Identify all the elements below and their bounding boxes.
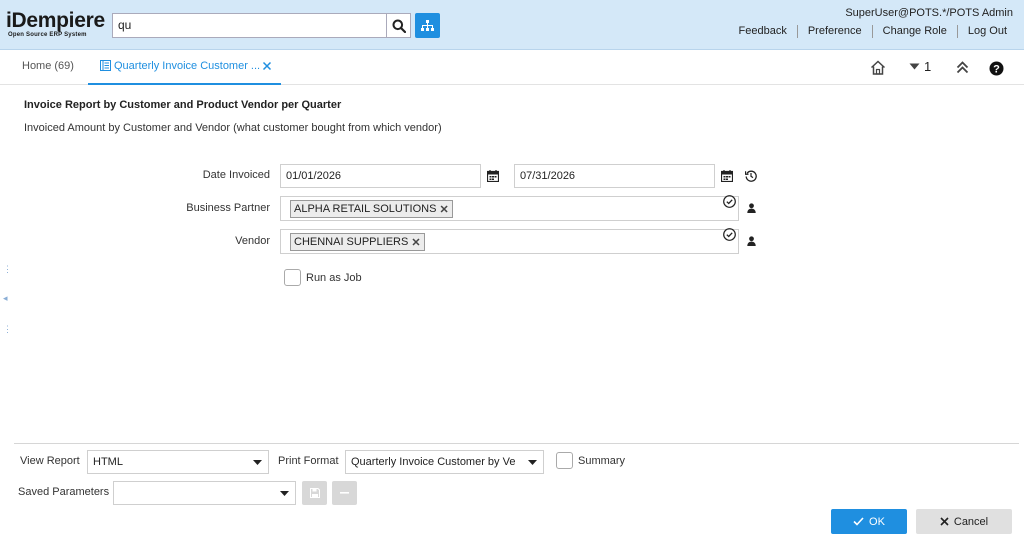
saved-parameters-dropdown[interactable] — [274, 481, 296, 505]
save-parameters-button[interactable] — [302, 481, 327, 505]
date-invoiced-label: Date Invoiced — [202, 169, 270, 181]
app-header: iDempiere Open Source ERP System qu Supe… — [0, 0, 1024, 50]
preference-link[interactable]: Preference — [796, 25, 872, 38]
process-description: Invoiced Amount by Customer and Vendor (… — [24, 122, 442, 134]
ok-button[interactable]: OK — [831, 509, 907, 534]
date-range-history-button[interactable] — [743, 168, 759, 184]
caret-down-icon — [909, 63, 920, 70]
header-links: Feedback Preference Change Role Log Out — [729, 25, 1017, 38]
saved-parameters-select[interactable] — [113, 481, 275, 505]
date-invoiced-to-input[interactable]: 07/31/2026 — [514, 164, 715, 188]
date-from-picker-button[interactable] — [485, 168, 501, 184]
circle-check-icon — [723, 195, 736, 208]
splitter-handle[interactable]: ⋮ — [3, 324, 12, 335]
view-report-label: View Report — [20, 455, 80, 467]
summary-label: Summary — [578, 455, 626, 467]
footer-divider — [14, 443, 1019, 444]
splitter-handle[interactable]: ⋮ — [3, 264, 12, 275]
help-icon: ? — [989, 61, 1004, 76]
remove-chip-icon[interactable]: ✕ — [411, 236, 420, 249]
date-to-picker-button[interactable] — [719, 168, 735, 184]
calendar-icon — [487, 170, 499, 182]
caret-down-icon — [280, 490, 289, 496]
sitemap-button[interactable] — [415, 13, 440, 38]
window-count: 1 — [924, 59, 932, 74]
vendor-chip[interactable]: CHENNAI SUPPLIERS ✕ — [290, 233, 425, 251]
collapse-west-icon[interactable]: ◂ — [3, 293, 8, 304]
chip-label: CHENNAI SUPPLIERS — [294, 236, 409, 248]
date-invoiced-from-input[interactable]: 01/01/2026 — [280, 164, 481, 188]
idempiere-logo[interactable]: iDempiere Open Source ERP System — [6, 10, 108, 40]
double-chevron-up-icon — [956, 61, 969, 74]
chip-label: ALPHA RETAIL SOLUTIONS — [294, 203, 437, 215]
business-partner-label: Business Partner — [186, 202, 270, 214]
home-icon — [870, 60, 886, 75]
menu-search-input[interactable]: qu — [112, 13, 387, 38]
vendor-label: Vendor — [235, 235, 270, 247]
check-icon — [853, 517, 864, 526]
search-icon — [392, 19, 406, 33]
remove-chip-icon[interactable]: ✕ — [439, 203, 448, 216]
logout-link[interactable]: Log Out — [956, 25, 1017, 38]
home-button[interactable] — [870, 60, 886, 75]
close-icon — [940, 517, 949, 526]
business-partner-select-button[interactable] — [722, 194, 737, 209]
report-icon — [100, 60, 111, 71]
saved-parameters-label: Saved Parameters — [18, 486, 110, 498]
print-format-label: Print Format — [278, 455, 339, 467]
tab-label: Quarterly Invoice Customer ... — [114, 60, 261, 72]
caret-down-icon — [253, 459, 262, 465]
delete-parameters-button[interactable] — [332, 481, 357, 505]
close-icon[interactable] — [262, 61, 272, 71]
vendor-select-button[interactable] — [722, 227, 737, 242]
view-report-dropdown[interactable] — [247, 450, 269, 474]
print-format-select[interactable]: Quarterly Invoice Customer by Ve — [345, 450, 523, 474]
feedback-link[interactable]: Feedback — [729, 25, 797, 38]
svg-text:?: ? — [993, 64, 1000, 76]
caret-down-icon — [528, 459, 537, 465]
search-button[interactable] — [386, 13, 411, 38]
summary-checkbox[interactable] — [556, 452, 573, 469]
vendor-info-button[interactable] — [744, 234, 758, 248]
process-title: Invoice Report by Customer and Product V… — [24, 99, 342, 111]
sitemap-icon — [421, 19, 434, 31]
run-as-job-label: Run as Job — [306, 272, 362, 284]
tab-quarterly-invoice[interactable]: Quarterly Invoice Customer ... — [88, 51, 281, 85]
tab-home[interactable]: Home (69) — [22, 60, 74, 72]
save-icon — [309, 488, 320, 498]
calendar-icon — [721, 170, 733, 182]
person-icon — [746, 236, 756, 246]
business-partner-chip[interactable]: ALPHA RETAIL SOLUTIONS ✕ — [290, 200, 453, 218]
minus-icon — [340, 492, 349, 494]
collapse-button[interactable] — [956, 61, 969, 74]
run-as-job-checkbox[interactable] — [284, 269, 301, 286]
person-icon — [746, 203, 756, 213]
logo-subtext: Open Source ERP System — [8, 32, 87, 38]
history-icon — [745, 170, 757, 182]
help-button[interactable]: ? — [989, 61, 1004, 76]
user-role-info[interactable]: SuperUser@POTS.*/POTS Admin — [845, 7, 1013, 19]
print-format-dropdown[interactable] — [522, 450, 544, 474]
change-role-link[interactable]: Change Role — [871, 25, 957, 38]
logo-text: iDempiere — [6, 9, 105, 32]
ok-label: OK — [869, 515, 885, 528]
circle-check-icon — [723, 228, 736, 241]
cancel-button[interactable]: Cancel — [916, 509, 1012, 534]
window-list-dropdown[interactable]: 1 — [909, 59, 931, 74]
cancel-label: Cancel — [953, 515, 989, 528]
business-partner-info-button[interactable] — [744, 201, 758, 215]
view-report-select[interactable]: HTML — [87, 450, 248, 474]
